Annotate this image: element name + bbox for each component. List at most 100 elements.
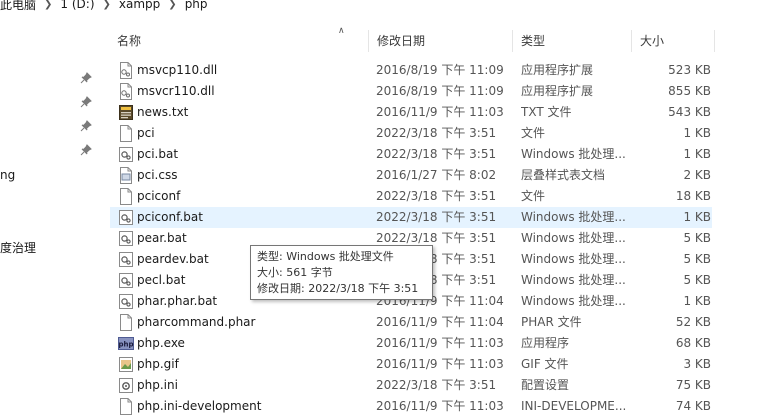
file-type: 层叠样式表文档 [521, 168, 606, 182]
file-type: Windows 批处理... [521, 273, 626, 287]
breadcrumb-this-pc[interactable]: 此电脑 [0, 0, 36, 13]
blank-file-icon [118, 125, 134, 142]
file-date: 2016/11/9 下午 11:03 [376, 399, 504, 413]
file-name: news.txt [137, 105, 189, 119]
file-name: pciconf.bat [137, 210, 203, 224]
file-date: 2016/11/9 下午 11:04 [376, 315, 504, 329]
file-size: 2 KB [683, 168, 711, 182]
file-row[interactable]: msvcr110.dll 2016/8/19 下午 11:09 应用程序扩展 855 … [110, 81, 712, 102]
file-row[interactable]: msvcp110.dll 2016/8/19 下午 11:09 应用程序扩展 523 … [110, 60, 712, 81]
file-name: php.gif [137, 357, 179, 371]
file-date: 2016/11/9 下午 11:03 [376, 336, 504, 350]
file-row[interactable]: php.gif 2016/11/9 下午 11:03 GIF 文件 3 KB [110, 354, 712, 375]
blank-file-icon [118, 398, 134, 415]
bat-icon [118, 146, 134, 163]
file-row[interactable]: pharcommand.phar 2016/11/9 下午 11:04 PHAR 文… [110, 312, 712, 333]
file-size: 3 KB [683, 357, 711, 371]
file-size: 5 KB [683, 252, 711, 266]
file-row[interactable]: php.ini-development 2016/11/9 下午 11:03 INI… [110, 396, 712, 415]
file-date: 2022/3/18 下午 3:51 [376, 378, 497, 392]
php-exe-icon: php [118, 335, 134, 352]
column-header: ∧ 名称 修改日期 类型 大小 [105, 26, 765, 54]
breadcrumb-php[interactable]: php [185, 0, 208, 11]
file-date: 2022/3/18 下午 3:51 [376, 210, 497, 224]
file-name: pharcommand.phar [137, 315, 256, 329]
column-header-date[interactable]: 修改日期 [377, 32, 425, 50]
nav-item-label[interactable]: 度治理 [0, 239, 36, 256]
file-size: 18 KB [675, 189, 711, 203]
file-row[interactable]: php.ini 2022/3/18 下午 3:51 配置设置 75 KB [110, 375, 712, 396]
file-name: pci.bat [137, 147, 179, 161]
file-type: 文件 [521, 126, 546, 140]
file-date: 2016/11/9 下午 11:03 [376, 105, 504, 119]
bat-icon [118, 272, 134, 289]
file-row[interactable]: pciconf 2022/3/18 下午 3:51 文件 18 KB [110, 186, 712, 207]
tooltip-size: 大小: 561 字节 [257, 266, 333, 279]
file-size: 75 KB [675, 378, 711, 392]
column-divider[interactable] [714, 30, 715, 52]
file-row[interactable]: php php.exe 2016/11/9 下午 11:03 应用程序 68 KB [110, 333, 712, 354]
file-row[interactable]: news.txt 2016/11/9 下午 11:03 TXT 文件 543 KB [110, 102, 712, 123]
chevron-right-icon[interactable]: ❯ [44, 0, 52, 10]
file-size: 1 KB [683, 210, 711, 224]
bat-icon [118, 209, 134, 226]
file-row[interactable]: pci.bat 2022/3/18 下午 3:51 Windows 批处理... 1 … [110, 144, 712, 165]
file-date: 2016/8/19 下午 11:09 [376, 63, 504, 77]
breadcrumb: 此电脑 ❯ 1 (D:) ❯ xampp ❯ php [0, 0, 208, 14]
tooltip-date: 修改日期: 2022/3/18 下午 3:51 [257, 282, 419, 295]
gif-icon [118, 356, 134, 373]
column-header-size[interactable]: 大小 [640, 32, 664, 50]
file-type: Windows 批处理... [521, 210, 626, 224]
file-type: TXT 文件 [521, 105, 572, 119]
file-row[interactable]: pciconf.bat 2022/3/18 下午 3:51 Windows 批处理.… [110, 207, 712, 228]
breadcrumb-drive-d[interactable]: 1 (D:) [60, 0, 94, 11]
file-date: 2016/11/9 下午 11:03 [376, 357, 504, 371]
chevron-right-icon[interactable]: ❯ [103, 0, 111, 10]
sort-ascending-icon: ∧ [338, 26, 345, 36]
file-row[interactable]: pci 2022/3/18 下午 3:51 文件 1 KB [110, 123, 712, 144]
file-name: php.ini [137, 378, 178, 392]
file-size: 855 KB [668, 84, 711, 98]
bat-icon [118, 230, 134, 247]
file-tooltip: 类型: Windows 批处理文件 大小: 561 字节 修改日期: 2022/… [250, 245, 433, 300]
file-type: PHAR 文件 [521, 315, 582, 329]
svg-text:php: php [118, 341, 133, 349]
file-row[interactable]: pci.css 2016/1/27 下午 8:02 层叠样式表文档 2 KB [110, 165, 712, 186]
nav-item-label[interactable]: ng [0, 168, 15, 182]
file-type: 文件 [521, 189, 546, 203]
file-type: Windows 批处理... [521, 147, 626, 161]
file-type: 应用程序扩展 [521, 63, 594, 77]
pin-icon[interactable] [80, 144, 92, 156]
column-divider[interactable] [512, 30, 513, 52]
dll-icon [118, 62, 134, 79]
css-icon [118, 167, 134, 184]
chevron-right-icon[interactable]: ❯ [168, 0, 176, 10]
pin-icon[interactable] [80, 96, 92, 108]
blank-file-icon [118, 188, 134, 205]
dll-icon [118, 83, 134, 100]
bat-icon [118, 293, 134, 310]
file-date: 2016/1/27 下午 8:02 [376, 168, 497, 182]
file-size: 543 KB [668, 105, 711, 119]
breadcrumb-xampp[interactable]: xampp [119, 0, 160, 11]
file-type: INI-DEVELOPME... [521, 399, 627, 413]
column-divider[interactable] [631, 30, 632, 52]
file-size: 5 KB [683, 273, 711, 287]
file-size: 5 KB [683, 231, 711, 245]
column-divider[interactable] [368, 30, 369, 52]
pin-icon[interactable] [80, 72, 92, 84]
file-type: Windows 批处理... [521, 231, 626, 245]
tooltip-type: 类型: Windows 批处理文件 [257, 250, 394, 263]
column-header-type[interactable]: 类型 [521, 32, 545, 50]
ini-icon [118, 377, 134, 394]
file-size: 1 KB [683, 147, 711, 161]
file-name: php.ini-development [137, 399, 262, 413]
file-size: 1 KB [683, 294, 711, 308]
pin-icon[interactable] [80, 120, 92, 132]
file-type: Windows 批处理... [521, 252, 626, 266]
file-size: 74 KB [675, 399, 711, 413]
file-type: GIF 文件 [521, 357, 569, 371]
file-type: Windows 批处理... [521, 294, 626, 308]
column-header-name[interactable]: 名称 [117, 32, 141, 50]
file-date: 2022/3/18 下午 3:51 [376, 126, 497, 140]
